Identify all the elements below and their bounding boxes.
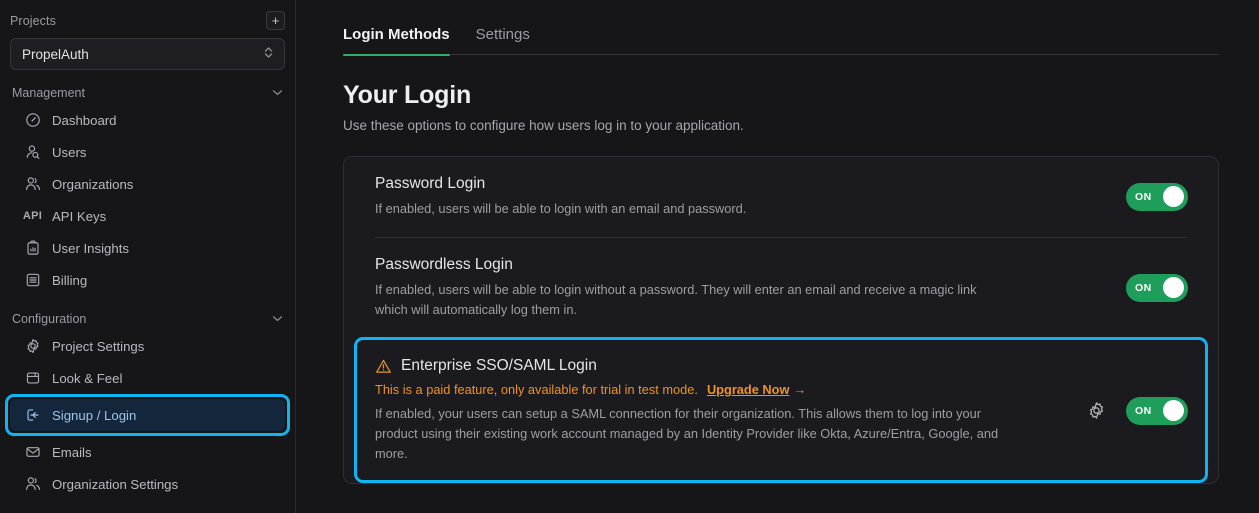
sidebar-item-label: API Keys [52,208,107,224]
row-password-login: Password Login If enabled, users will be… [344,157,1218,237]
chevron-down-icon [272,87,283,99]
sidebar-item-emails[interactable]: Emails [10,436,285,468]
warning-triangle-icon [375,358,392,375]
project-selector-value: PropelAuth [22,46,89,62]
project-selector[interactable]: PropelAuth [10,38,285,70]
sso-description: If enabled, your users can setup a SAML … [375,406,999,462]
sso-settings-gear-icon[interactable] [1087,401,1106,420]
sidebar-item-label: Dashboard [52,112,117,128]
sidebar-item-project-settings[interactable]: Project Settings [10,330,285,362]
sidebar-item-dashboard[interactable]: Dashboard [10,104,285,136]
gear-icon [24,338,41,355]
main-content: Login Methods Settings Your Login Use th… [296,0,1259,513]
row-title: Passwordless Login [375,255,513,273]
gauge-icon [24,112,41,129]
sso-title: Enterprise SSO/SAML Login [401,357,597,375]
sidebar-item-label: Signup / Login [52,407,137,423]
row-controls: ON [1126,182,1188,211]
page-title: Your Login [343,81,472,109]
envelope-icon [24,444,41,461]
projects-header: Projects + [10,0,285,36]
row-controls: ON [1126,273,1188,302]
sidebar-group-label: Management [12,86,85,100]
row-body: Password Login If enabled, users will be… [375,175,1106,219]
tab-bar: Login Methods Settings [343,0,1219,56]
clipboard-chart-icon [24,240,41,257]
toggle-label: ON [1135,190,1152,203]
sidebar-item-api-keys[interactable]: API API Keys [10,200,285,232]
sso-controls: ON [1087,396,1188,425]
tab-label: Login Methods [343,26,450,43]
toggle-label: ON [1135,281,1152,294]
row-title: Password Login [375,175,486,192]
sidebar-item-label: Project Settings [52,338,145,354]
chevron-updown-icon [263,45,274,63]
sidebar-group-configuration[interactable]: Configuration [10,296,285,330]
sidebar-item-organization-settings[interactable]: Organization Settings [10,468,285,500]
sidebar-item-label: Emails [52,444,92,460]
projects-label: Projects [10,13,56,28]
arrow-right-icon: → [793,382,807,398]
users-group-icon [24,476,41,493]
row-body: Passwordless Login If enabled, users wil… [375,256,1106,320]
window-icon [24,370,41,387]
sidebar-item-users[interactable]: Users [10,136,285,168]
sso-login-toggle[interactable]: ON [1126,396,1188,425]
toggle-label: ON [1135,404,1152,417]
sidebar-item-label: Look & Feel [52,370,123,386]
upgrade-now-link[interactable]: Upgrade Now [707,382,789,397]
sidebar-item-look-and-feel[interactable]: Look & Feel [10,362,285,394]
api-text-icon: API [22,210,43,222]
tab-label: Settings [475,26,530,43]
sidebar-item-user-insights[interactable]: User Insights [10,232,285,264]
add-project-button[interactable]: + [266,11,285,30]
row-body: Enterprise SSO/SAML Login This is a paid… [375,357,1067,463]
row-passwordless-login: Passwordless Login If enabled, users wil… [344,238,1218,338]
row-description: If enabled, users will be able to login … [375,281,977,317]
user-search-icon [24,144,41,161]
billing-list-icon [24,272,41,289]
row-enterprise-sso: Enterprise SSO/SAML Login This is a paid… [344,337,1218,482]
sidebar-group-label: Configuration [12,312,87,326]
passwordless-login-toggle[interactable]: ON [1126,273,1188,302]
sidebar-item-label: User Insights [52,240,129,256]
users-group-icon [24,176,41,193]
chevron-down-icon [272,313,283,325]
toggle-knob [1163,277,1184,299]
login-arrow-icon [24,407,41,424]
sso-paid-notice: This is a paid feature, only available f… [375,382,1067,397]
sidebar-item-signup-login[interactable]: Signup / Login [10,399,285,431]
sidebar: Projects + PropelAuth Management Dashboa… [0,0,296,513]
page-subtitle: Use these options to configure how users… [343,118,744,133]
toggle-knob [1163,400,1184,422]
app-root: Projects + PropelAuth Management Dashboa… [0,0,1259,513]
sso-row-wrapper: Enterprise SSO/SAML Login This is a paid… [344,337,1218,483]
sso-paid-text: This is a paid feature, only available f… [375,382,698,398]
sidebar-item-label: Organization Settings [52,476,179,492]
sidebar-item-label: Organizations [52,176,134,192]
sso-title-line: Enterprise SSO/SAML Login [375,357,1067,375]
tab-settings[interactable]: Settings [476,26,530,55]
password-login-toggle[interactable]: ON [1126,182,1188,211]
login-methods-card: Password Login If enabled, users will be… [343,156,1219,484]
sidebar-item-label: Billing [52,272,88,288]
toggle-knob [1163,186,1184,208]
sidebar-item-organizations[interactable]: Organizations [10,168,285,200]
signup-login-highlight: Signup / Login [5,394,290,436]
sidebar-item-billing[interactable]: Billing [10,264,285,296]
tab-login-methods[interactable]: Login Methods [343,26,450,56]
row-description: If enabled, users will be able to login … [375,201,747,216]
sidebar-item-label: Users [52,144,87,160]
plus-icon: + [271,13,280,28]
sidebar-group-management[interactable]: Management [10,70,285,104]
